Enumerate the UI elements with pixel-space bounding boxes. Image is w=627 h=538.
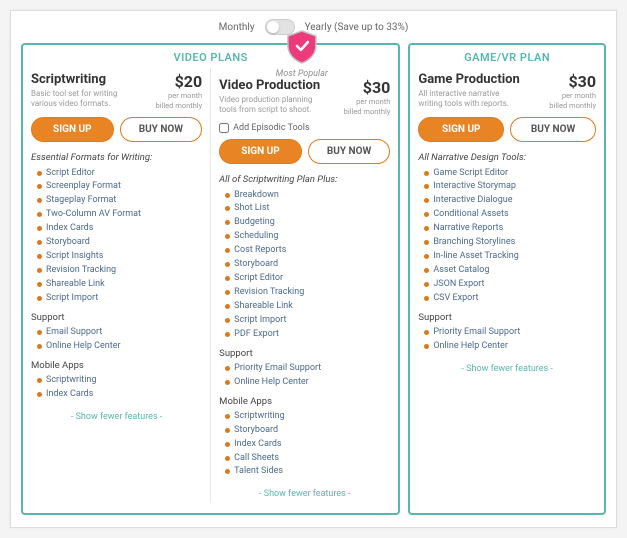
list-item: Breakdown xyxy=(225,189,390,203)
list-item: Asset Catalog xyxy=(424,264,596,278)
support-list: Priority Email SupportOnline Help Center xyxy=(219,362,390,390)
list-item: Budgeting xyxy=(225,216,390,230)
support-list: Priority Email SupportOnline Help Center xyxy=(418,326,596,354)
list-item: Script Editor xyxy=(37,167,202,181)
plan-name: Scriptwriting xyxy=(31,72,131,87)
list-item: Narrative Reports xyxy=(424,222,596,236)
most-popular-badge: Most Popular xyxy=(276,30,328,79)
price-per: per month xyxy=(344,97,391,107)
mobile-list: ScriptwritingIndex Cards xyxy=(31,374,202,402)
list-item: Index Cards xyxy=(37,222,202,236)
support-heading: Support xyxy=(219,348,390,359)
support-heading: Support xyxy=(31,312,202,323)
pricing-panel: Monthly Yearly (Save up to 33%) VIDEO PL… xyxy=(10,10,617,528)
plan-tagline: Video production planning tools from scr… xyxy=(219,95,319,116)
plan-name: Video Production xyxy=(219,78,320,93)
list-item: Scriptwriting xyxy=(37,374,202,388)
episodic-checkbox[interactable] xyxy=(219,123,229,133)
list-item: Talent Sides xyxy=(225,465,390,479)
plan-price: $30 xyxy=(549,72,596,91)
plan-price: $20 xyxy=(155,72,202,91)
mobile-list: ScriptwritingStoryboardIndex CardsCall S… xyxy=(219,410,390,480)
list-item: Shareable Link xyxy=(37,278,202,292)
price-billed: billed monthly xyxy=(549,101,596,111)
support-list: Email SupportOnline Help Center xyxy=(31,326,202,354)
buynow-button[interactable]: BUY NOW xyxy=(510,117,596,142)
price-billed: billed monthly xyxy=(344,107,391,117)
game-plan-group: GAME/VR PLAN Game Production All interac… xyxy=(408,43,606,515)
list-item: Revision Tracking xyxy=(37,264,202,278)
list-item: Shot List xyxy=(225,202,390,216)
plan-tagline: Basic tool set for writing various video… xyxy=(31,89,131,110)
plan-tagline: All interactive narrative writing tools … xyxy=(418,89,518,110)
list-item: Branching Storylines xyxy=(424,236,596,250)
list-item: Revision Tracking xyxy=(225,286,390,300)
list-item: Shareable Link xyxy=(225,300,390,314)
features-heading: All of Scriptwriting Plan Plus: xyxy=(219,174,390,185)
episodic-label: Add Episodic Tools xyxy=(233,123,309,133)
mobile-heading: Mobile Apps xyxy=(31,360,202,371)
price-billed: billed monthly xyxy=(155,101,202,111)
price-per: per month xyxy=(155,91,202,101)
support-heading: Support xyxy=(418,312,596,323)
price-per: per month xyxy=(549,91,596,101)
feature-list: Script EditorScreenplay FormatStageplay … xyxy=(31,167,202,306)
game-plan-header: GAME/VR PLAN xyxy=(416,51,598,64)
list-item: Game Script Editor xyxy=(424,167,596,181)
list-item: Online Help Center xyxy=(37,340,202,354)
list-item: Storyboard xyxy=(225,424,390,438)
list-item: Interactive Storymap xyxy=(424,180,596,194)
list-item: Screenplay Format xyxy=(37,180,202,194)
list-item: Online Help Center xyxy=(225,376,390,390)
list-item: Script Import xyxy=(37,292,202,306)
list-item: Interactive Dialogue xyxy=(424,194,596,208)
plan-video-production: Most Popular Video Production Video prod… xyxy=(210,68,392,503)
list-item: Conditional Assets xyxy=(424,208,596,222)
feature-list: Game Script EditorInteractive StorymapIn… xyxy=(418,167,596,306)
list-item: Cost Reports xyxy=(225,244,390,258)
buynow-button[interactable]: BUY NOW xyxy=(308,139,391,164)
list-item: Stageplay Format xyxy=(37,194,202,208)
shield-icon xyxy=(286,30,318,64)
list-item: Script Import xyxy=(225,314,390,328)
plan-name: Game Production xyxy=(418,72,519,87)
list-item: Index Cards xyxy=(225,438,390,452)
badge-label: Most Popular xyxy=(276,69,328,79)
list-item: Scriptwriting xyxy=(225,410,390,424)
list-item: PDF Export xyxy=(225,328,390,342)
feature-list: BreakdownShot ListBudgetingSchedulingCos… xyxy=(219,189,390,342)
buynow-button[interactable]: BUY NOW xyxy=(120,117,203,142)
show-fewer-link[interactable]: - Show fewer features - xyxy=(418,364,596,374)
signup-button[interactable]: SIGN UP xyxy=(31,117,114,142)
list-item: Script Insights xyxy=(37,250,202,264)
features-heading: All Narrative Design Tools: xyxy=(418,152,596,163)
list-item: Priority Email Support xyxy=(424,326,596,340)
list-item: Email Support xyxy=(37,326,202,340)
episodic-addon[interactable]: Add Episodic Tools xyxy=(219,123,390,133)
signup-button[interactable]: SIGN UP xyxy=(418,117,504,142)
features-heading: Essential Formats for Writing: xyxy=(31,152,202,163)
list-item: Storyboard xyxy=(37,236,202,250)
list-item: Scheduling xyxy=(225,230,390,244)
plan-scriptwriting: Scriptwriting Basic tool set for writing… xyxy=(29,68,204,503)
list-item: JSON Export xyxy=(424,278,596,292)
plan-game-production: Game Production All interactive narrativ… xyxy=(416,68,598,378)
list-item: Call Sheets xyxy=(225,452,390,466)
signup-button[interactable]: SIGN UP xyxy=(219,139,302,164)
video-plans-group: VIDEO PLANS Scriptwriting Basic tool set… xyxy=(21,43,400,515)
list-item: Priority Email Support xyxy=(225,362,390,376)
show-fewer-link[interactable]: - Show fewer features - xyxy=(219,489,390,499)
show-fewer-link[interactable]: - Show fewer features - xyxy=(31,412,202,422)
list-item: In-line Asset Tracking xyxy=(424,250,596,264)
plan-price: $30 xyxy=(344,78,391,97)
mobile-heading: Mobile Apps xyxy=(219,396,390,407)
video-plans-header: VIDEO PLANS xyxy=(29,51,392,64)
list-item: Online Help Center xyxy=(424,340,596,354)
list-item: Two-Column AV Format xyxy=(37,208,202,222)
billing-monthly-label: Monthly xyxy=(219,22,255,33)
list-item: CSV Export xyxy=(424,292,596,306)
list-item: Script Editor xyxy=(225,272,390,286)
list-item: Storyboard xyxy=(225,258,390,272)
list-item: Index Cards xyxy=(37,388,202,402)
